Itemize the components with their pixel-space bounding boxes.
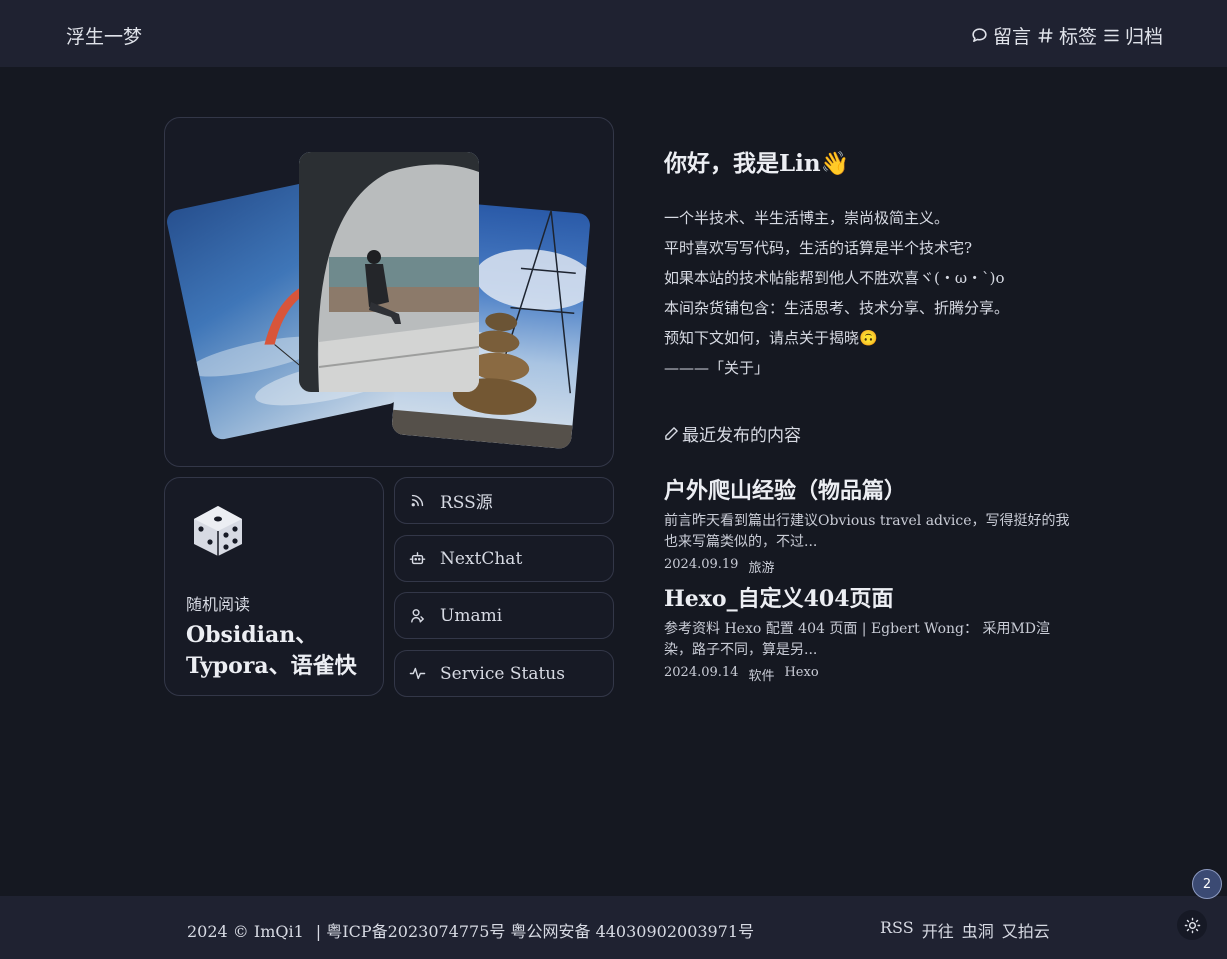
recent-posts-heading: 最近发布的内容 — [664, 421, 801, 446]
rss-icon — [411, 494, 424, 507]
random-read-title[interactable]: Obsidian、Typora、语雀快 — [186, 620, 376, 682]
footer-link-travelling[interactable]: 开往 — [922, 918, 954, 942]
bio-line: 本间杂货铺包含：生活思考、技术分享、折腾分享。 — [664, 299, 1010, 317]
footer-link-wormhole[interactable]: 虫洞 — [962, 918, 994, 942]
copyright-text: 2024 © ImQi1 — [187, 922, 304, 941]
post-excerpt: 参考资料 Hexo 配置 404 页面 | Egbert Wong： 采用MD渲… — [664, 621, 1051, 658]
window-view-photo — [299, 152, 479, 392]
robot-icon — [409, 552, 426, 565]
bio-line: 一个半技术、半生活博主，崇尚极简主义。 — [664, 209, 950, 227]
list-icon — [1104, 29, 1119, 42]
post-excerpt: 前言昨天看到篇出行建议Obvious travel advice，写得挺好的我也… — [664, 513, 1070, 550]
footer-links: RSS 开往 虫洞 又拍云 — [880, 918, 1050, 942]
hash-icon — [1038, 28, 1053, 43]
message-icon — [972, 28, 987, 42]
photo-gallery-card[interactable] — [164, 117, 614, 467]
footer-link-upyun[interactable]: 又拍云 — [1002, 918, 1050, 942]
about-link[interactable]: ———「关于」 — [664, 353, 1009, 383]
greeting-heading: 你好，我是Lin👋 — [664, 150, 850, 177]
dice-icon — [194, 506, 242, 556]
user-icon — [411, 609, 425, 623]
service-status-link-button[interactable]: Service Status — [394, 650, 614, 697]
footer-copyright: 2024 © ImQi1 | 粤ICP备2023074775号 粤公网安备 440… — [187, 918, 754, 942]
post-meta: 2024.09.19 旅游 — [664, 557, 1074, 576]
link-label: RSS源 — [440, 493, 493, 513]
bio-text: 一个半技术、半生活博主，崇尚极简主义。 平时喜欢写写代码，生活的话算是半个技术宅… — [664, 203, 1009, 383]
notification-badge[interactable]: 2 — [1192, 869, 1222, 899]
random-read-label: 随机阅读 — [186, 595, 251, 614]
footer-link-rss[interactable]: RSS — [880, 918, 914, 942]
post-tag[interactable]: 软件 — [748, 665, 774, 684]
link-label: NextChat — [440, 548, 523, 569]
post-tag[interactable]: 旅游 — [748, 557, 774, 576]
bio-line: 预知下文如何，请点关于揭晓🙃 — [664, 329, 878, 347]
post-date: 2024.09.19 — [664, 557, 739, 572]
nav-label: 留言 — [992, 26, 1031, 48]
icp-link[interactable]: | 粤ICP备2023074775号 粤公网安备 44030902003971号 — [316, 922, 754, 941]
bio-line: 平时喜欢写写代码，生活的话算是半个技术宅? — [664, 239, 973, 257]
nav-item-message[interactable]: 留言 — [971, 22, 1031, 49]
site-title[interactable]: 浮生一梦 — [66, 22, 142, 49]
post-item: Hexo_自定义404页面 参考资料 Hexo 配置 404 页面 | Egbe… — [664, 584, 1074, 684]
post-tag[interactable]: Hexo — [784, 665, 818, 684]
sun-icon — [1184, 917, 1200, 933]
site-footer: 2024 © ImQi1 | 粤ICP备2023074775号 粤公网安备 440… — [0, 896, 1227, 959]
recent-heading-label: 最近发布的内容 — [682, 426, 801, 446]
pencil-icon — [665, 427, 678, 440]
nav-item-archive[interactable]: 归档 — [1103, 22, 1163, 49]
nextchat-link-button[interactable]: NextChat — [394, 535, 614, 582]
main-nav: 留言 标签 归档 — [971, 22, 1163, 49]
rss-link-button[interactable]: RSS源 — [394, 477, 614, 524]
post-item: 户外爬山经验（物品篇） 前言昨天看到篇出行建议Obvious travel ad… — [664, 476, 1074, 576]
umami-link-button[interactable]: Umami — [394, 592, 614, 639]
post-meta: 2024.09.14 软件 Hexo — [664, 665, 1074, 684]
nav-label: 标签 — [1058, 26, 1097, 48]
post-title[interactable]: Hexo_自定义404页面 — [664, 584, 1074, 614]
link-label: Umami — [440, 605, 503, 626]
link-label: Service Status — [440, 663, 565, 684]
pulse-icon — [409, 667, 426, 680]
nav-item-tags[interactable]: 标签 — [1037, 22, 1097, 49]
post-date: 2024.09.14 — [664, 665, 739, 680]
nav-label: 归档 — [1124, 26, 1163, 48]
random-read-card[interactable]: 随机阅读 Obsidian、Typora、语雀快 — [164, 477, 384, 696]
site-header: 浮生一梦 留言 标签 归档 — [0, 0, 1227, 67]
theme-toggle-button[interactable] — [1177, 910, 1207, 940]
post-title[interactable]: 户外爬山经验（物品篇） — [664, 476, 1074, 506]
bio-line: 如果本站的技术帖能帮到他人不胜欢喜ヾ(・ω・`)o — [664, 269, 1005, 287]
